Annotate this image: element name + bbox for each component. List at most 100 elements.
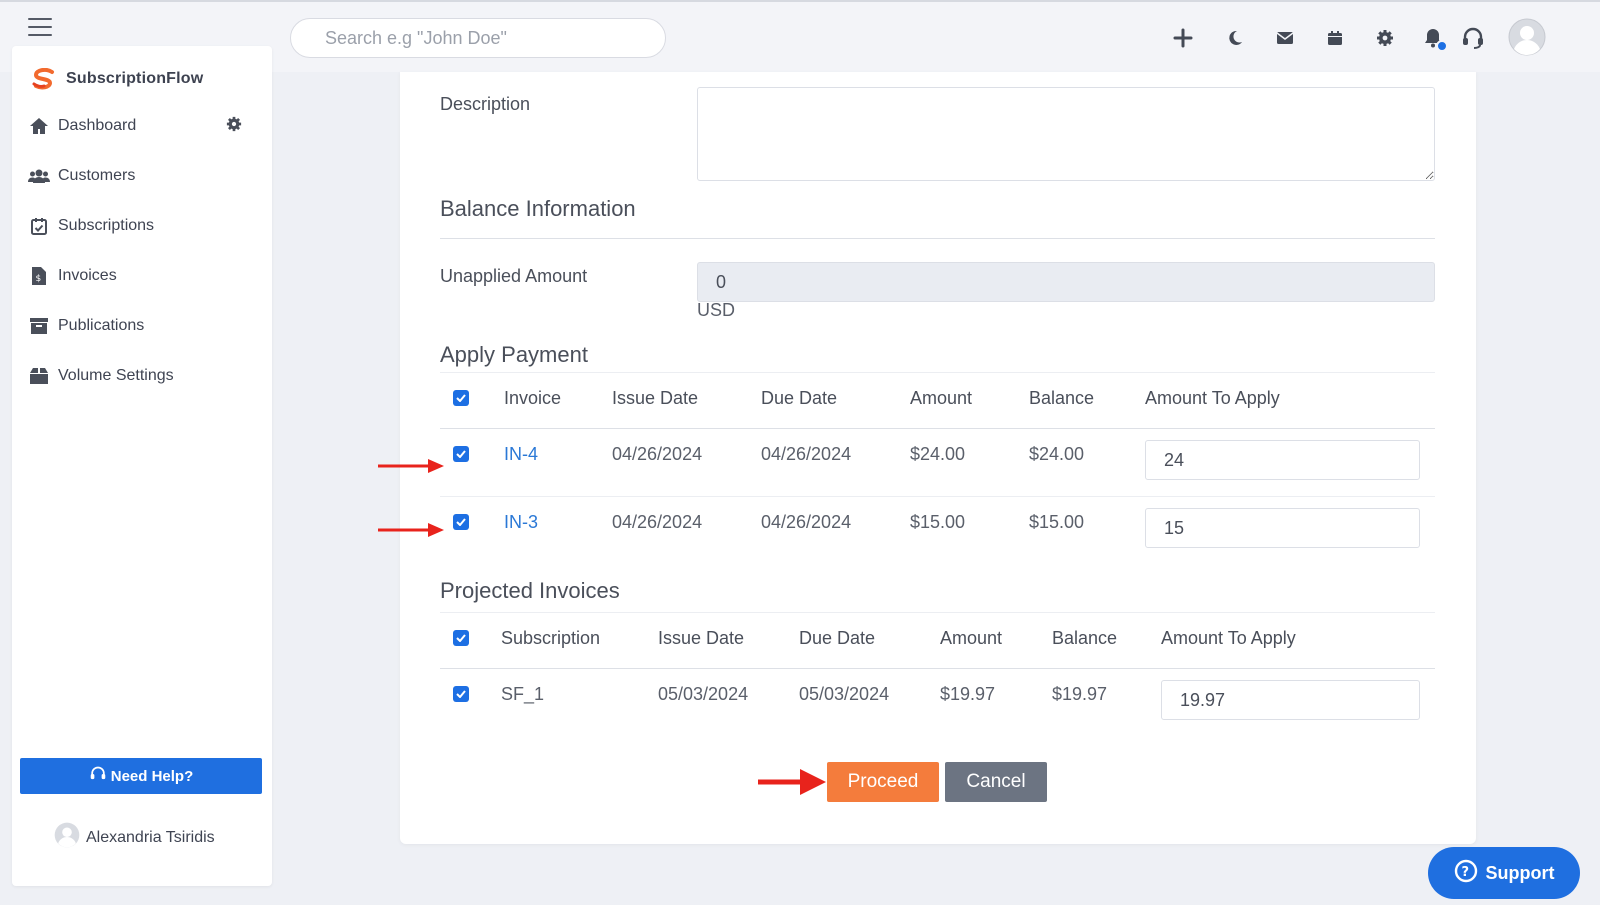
divider <box>440 612 1435 613</box>
column-header-amount: Amount <box>910 388 973 408</box>
brand-name: SubscriptionFlow <box>66 70 204 87</box>
sidebar-item-label: Customers <box>58 167 136 184</box>
divider <box>440 496 1435 497</box>
balance-information-title: Balance Information <box>440 196 636 221</box>
unapplied-amount-field: 0 <box>697 262 1435 302</box>
issue-date-cell: 04/26/2024 <box>612 512 703 532</box>
sidebar-item-customers[interactable]: Customers <box>28 158 256 194</box>
subscription-cell: SF_1 <box>501 684 545 704</box>
invoice-row-checkbox[interactable] <box>453 446 469 462</box>
gear-icon[interactable] <box>1370 22 1400 54</box>
annotation-arrow-icon <box>758 769 826 795</box>
due-date-cell: 04/26/2024 <box>761 444 852 464</box>
select-all-invoices-checkbox[interactable] <box>453 390 469 406</box>
plus-icon[interactable] <box>1168 22 1198 54</box>
column-header-amount: Amount <box>940 628 1003 648</box>
description-label: Description <box>440 94 531 114</box>
divider <box>440 428 1435 429</box>
search-input[interactable] <box>290 18 666 58</box>
description-textarea[interactable] <box>697 87 1435 181</box>
apply-payment-title: Apply Payment <box>440 342 588 367</box>
amount-cell: $15.00 <box>910 512 966 532</box>
divider <box>440 668 1435 669</box>
envelope-icon[interactable] <box>1270 22 1300 54</box>
amount-to-apply-input[interactable]: 19.97 <box>1161 680 1420 720</box>
need-help-button[interactable]: Need Help? <box>20 758 262 794</box>
proceed-button[interactable]: Proceed <box>827 762 939 802</box>
menu-toggle-icon[interactable] <box>28 18 52 36</box>
user-avatar-icon <box>54 822 80 853</box>
invoice-icon: $ <box>28 265 50 287</box>
annotation-arrow-icon <box>378 459 444 473</box>
need-help-label: Need Help? <box>110 767 194 785</box>
users-icon <box>28 165 50 187</box>
due-date-cell: 04/26/2024 <box>761 512 852 532</box>
support-label: Support <box>1485 862 1555 883</box>
invoice-link[interactable]: IN-3 <box>504 512 538 533</box>
sidebar-item-publications[interactable]: Publications <box>28 308 256 344</box>
brand[interactable]: SubscriptionFlow <box>30 68 203 90</box>
bell-icon[interactable] <box>1418 22 1448 54</box>
column-header-issue-date: Issue Date <box>612 388 699 408</box>
avatar-icon[interactable] <box>1508 18 1546 56</box>
amount-to-apply-input[interactable]: 24 <box>1145 440 1420 480</box>
annotation-arrow-icon <box>378 523 444 537</box>
column-header-balance: Balance <box>1052 628 1118 648</box>
help-circle-icon: ? <box>1454 859 1478 888</box>
issue-date-cell: 05/03/2024 <box>658 684 749 704</box>
support-button[interactable]: ? Support <box>1428 847 1580 899</box>
amount-cell: $24.00 <box>910 444 966 464</box>
cancel-button[interactable]: Cancel <box>945 762 1047 802</box>
invoice-link[interactable]: IN-4 <box>504 444 538 465</box>
current-user[interactable]: Alexandria Tsiridis <box>54 822 215 853</box>
sidebar-item-subscriptions[interactable]: Subscriptions <box>28 208 256 244</box>
payment-form-card: Description Balance Information Unapplie… <box>400 72 1476 844</box>
moon-icon[interactable] <box>1220 22 1250 54</box>
svg-text:?: ? <box>1461 865 1469 880</box>
sidebar-item-label: Volume Settings <box>58 367 174 384</box>
headset-icon <box>89 766 107 786</box>
divider <box>440 238 1435 239</box>
sidebar-item-invoices[interactable]: $ Invoices <box>28 258 256 294</box>
column-header-balance: Balance <box>1029 388 1095 408</box>
dashboard-settings-icon[interactable] <box>226 116 242 137</box>
sidebar-item-volume-settings[interactable]: Volume Settings <box>28 358 256 394</box>
svg-text:$: $ <box>36 274 42 284</box>
sidebar-item-label: Dashboard <box>58 117 137 134</box>
invoice-row-checkbox[interactable] <box>453 514 469 530</box>
currency-label: USD <box>697 300 736 320</box>
sidebar-item-label: Subscriptions <box>58 217 155 234</box>
notification-dot <box>1436 40 1448 52</box>
calendar-icon[interactable] <box>1320 22 1350 54</box>
headset-icon[interactable] <box>1458 22 1488 54</box>
balance-cell: $19.97 <box>1052 684 1108 704</box>
unapplied-amount-label: Unapplied Amount <box>440 266 588 286</box>
amount-cell: $19.97 <box>940 684 996 704</box>
column-header-due-date: Due Date <box>799 628 876 648</box>
balance-cell: $24.00 <box>1029 444 1085 464</box>
projected-row-checkbox[interactable] <box>453 686 469 702</box>
balance-cell: $15.00 <box>1029 512 1085 532</box>
issue-date-cell: 04/26/2024 <box>612 444 703 464</box>
divider <box>440 372 1435 373</box>
amount-to-apply-input[interactable]: 15 <box>1145 508 1420 548</box>
column-header-subscription: Subscription <box>501 628 601 648</box>
column-header-due-date: Due Date <box>761 388 838 408</box>
user-name: Alexandria Tsiridis <box>86 828 215 846</box>
column-header-amount-to-apply: Amount To Apply <box>1161 628 1296 648</box>
projected-invoices-title: Projected Invoices <box>440 578 620 603</box>
box-icon <box>28 365 50 387</box>
calendar-check-icon <box>28 215 50 237</box>
sidebar-item-dashboard[interactable]: Dashboard <box>28 108 256 144</box>
sidebar: SubscriptionFlow Dashboard Customers Sub… <box>12 46 272 886</box>
home-icon <box>28 115 50 137</box>
column-header-amount-to-apply: Amount To Apply <box>1145 388 1280 408</box>
column-header-issue-date: Issue Date <box>658 628 745 648</box>
archive-icon <box>28 315 50 337</box>
brand-logo-icon <box>32 68 54 90</box>
select-all-projected-checkbox[interactable] <box>453 630 469 646</box>
due-date-cell: 05/03/2024 <box>799 684 890 704</box>
sidebar-item-label: Publications <box>58 317 145 334</box>
column-header-invoice: Invoice <box>504 388 562 408</box>
sidebar-item-label: Invoices <box>58 267 117 284</box>
